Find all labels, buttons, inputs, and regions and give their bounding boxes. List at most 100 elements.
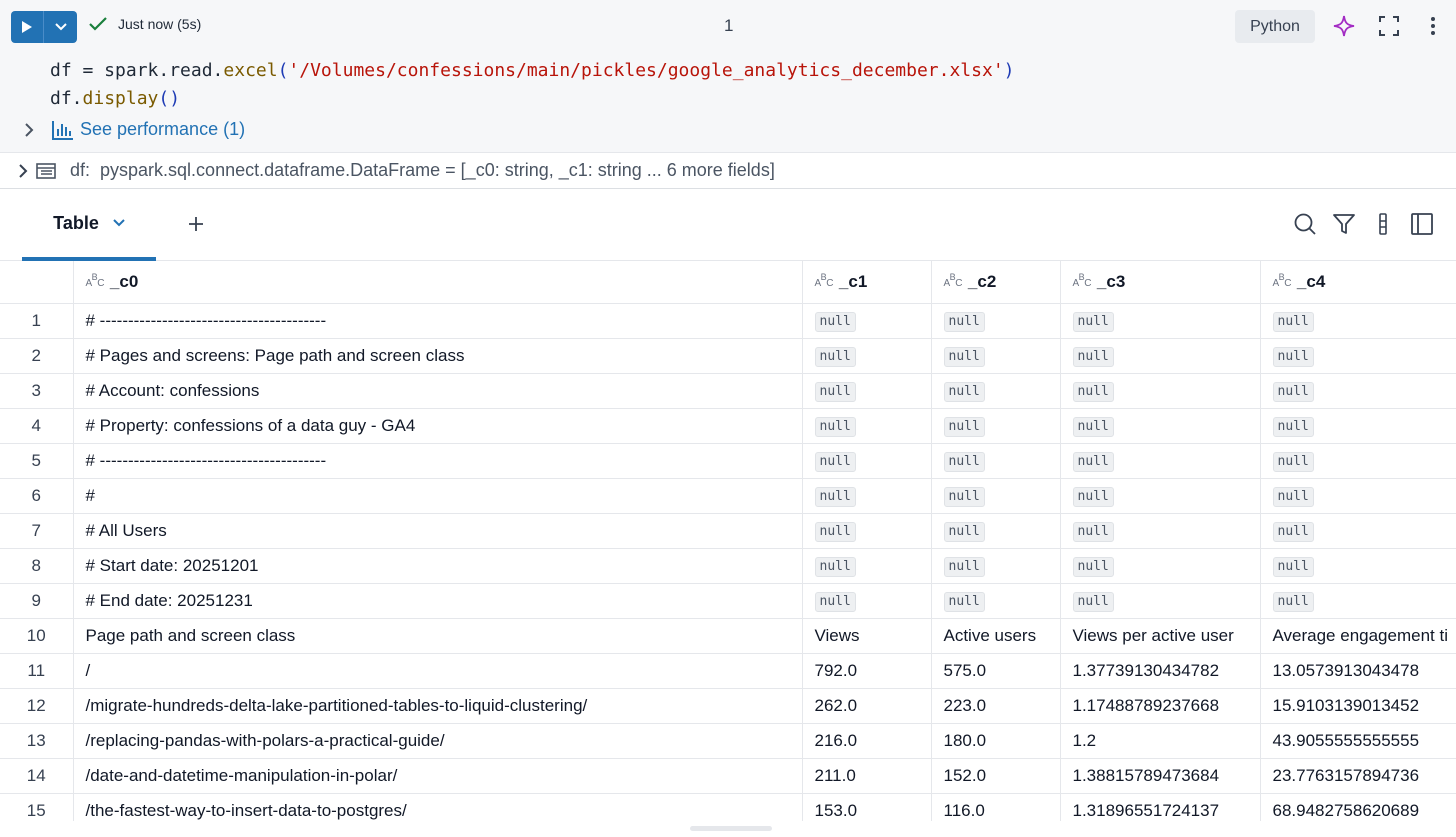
table-cell[interactable]: null [1260,338,1456,374]
table-cell[interactable]: /date-and-datetime-manipulation-in-polar… [73,758,803,794]
table-cell[interactable]: null [1060,303,1261,339]
table-row: 4 # Property: confessions of a data guy -… [0,408,1456,444]
table-cell[interactable]: # [73,478,803,514]
table-cell[interactable]: Views [802,618,932,654]
table-cell[interactable]: # Property: confessions of a data guy - … [73,408,803,444]
table-cell[interactable]: # Account: confessions [73,373,803,409]
table-cell[interactable]: 180.0 [931,723,1061,759]
table-cell[interactable]: null [931,443,1061,479]
table-cell[interactable]: null [931,338,1061,374]
language-selector[interactable]: Python [1235,10,1315,43]
table-cell[interactable]: 1.38815789473684 [1060,758,1261,794]
table-cell[interactable]: 1.37739130434782 [1060,653,1261,689]
fullscreen-icon[interactable] [1377,14,1401,38]
table-cell[interactable]: null [1260,373,1456,409]
column-header-c3[interactable]: ABC _c3 [1060,261,1261,304]
table-cell[interactable]: 223.0 [931,688,1061,724]
table-cell[interactable]: 43.9055555555555 [1260,723,1456,759]
column-header-c1[interactable]: ABC _c1 [802,261,932,304]
table-cell[interactable]: 13.0573913043478 [1260,653,1456,689]
table-cell[interactable]: null [931,478,1061,514]
filter-icon[interactable] [1332,212,1356,236]
results-table-container[interactable]: ABC _c0 ABC _c1 ABC _c2 ABC _c3 ABC _c4 1 # ------… [0,261,1456,821]
table-cell[interactable]: null [1060,513,1261,549]
table-cell[interactable]: null [931,548,1061,584]
table-cell[interactable]: Views per active user [1060,618,1261,654]
table-cell[interactable]: /migrate-hundreds-delta-lake-partitioned… [73,688,803,724]
table-cell[interactable]: null [1260,548,1456,584]
table-cell[interactable]: null [1060,443,1261,479]
table-cell[interactable]: # Start date: 20251201 [73,548,803,584]
dataframe-schema-row[interactable]: df: pyspark.sql.connect.dataframe.DataFr… [0,152,1456,189]
table-cell[interactable]: null [802,478,932,514]
table-cell[interactable]: 1.17488789237668 [1060,688,1261,724]
table-cell[interactable]: null [1260,303,1456,339]
column-header-c4[interactable]: ABC _c4 [1260,261,1456,304]
search-icon[interactable] [1293,212,1317,236]
more-options-icon[interactable] [1421,14,1445,38]
column-header-c2[interactable]: ABC _c2 [931,261,1061,304]
table-cell[interactable]: Page path and screen class [73,618,803,654]
table-cell[interactable]: null [931,583,1061,619]
table-cell[interactable]: null [802,513,932,549]
tab-table[interactable]: Table [22,189,156,261]
table-cell[interactable]: null [802,373,932,409]
table-cell[interactable]: null [1260,478,1456,514]
table-cell[interactable]: null [1260,443,1456,479]
see-performance-link[interactable]: See performance (1) [22,119,245,140]
table-cell[interactable]: 792.0 [802,653,932,689]
table-cell[interactable]: null [1060,548,1261,584]
table-cell[interactable]: null [931,408,1061,444]
run-cell-button[interactable] [11,11,44,43]
side-panel-icon[interactable] [1410,212,1434,236]
table-cell[interactable]: null [1260,408,1456,444]
table-cell[interactable]: Active users [931,618,1061,654]
table-cell[interactable]: null [931,373,1061,409]
table-cell[interactable]: 216.0 [802,723,932,759]
table-cell[interactable]: # --------------------------------------… [73,303,803,339]
table-row: 3 # Account: confessions null null null null [0,373,1456,409]
table-cell[interactable]: / [73,653,803,689]
table-cell[interactable]: 262.0 [802,688,932,724]
table-cell[interactable]: # End date: 20251231 [73,583,803,619]
table-cell[interactable]: null [802,303,932,339]
table-cell[interactable]: /replacing-pandas-with-polars-a-practica… [73,723,803,759]
table-cell[interactable]: null [1060,478,1261,514]
table-cell[interactable]: null [802,338,932,374]
table-cell[interactable]: # Pages and screens: Page path and scree… [73,338,803,374]
table-cell[interactable]: # --------------------------------------… [73,443,803,479]
table-cell[interactable]: /the-fastest-way-to-insert-data-to-postg… [73,793,803,821]
table-cell[interactable]: null [1060,408,1261,444]
table-cell[interactable]: 153.0 [802,793,932,821]
table-cell[interactable]: 1.31896551724137 [1060,793,1261,821]
table-cell[interactable]: null [1060,373,1261,409]
code-editor[interactable]: df = spark.read.excel('/Volumes/confessi… [50,57,1015,113]
column-header-c0[interactable]: ABC _c0 [73,261,803,304]
table-cell[interactable]: null [802,548,932,584]
table-cell[interactable]: 23.7763157894736 [1260,758,1456,794]
table-cell[interactable]: null [802,408,932,444]
table-cell[interactable]: null [1060,583,1261,619]
table-cell[interactable]: 1.2 [1060,723,1261,759]
table-cell[interactable]: null [1260,513,1456,549]
horizontal-scrollbar[interactable] [690,826,772,831]
table-cell[interactable]: null [931,513,1061,549]
table-cell[interactable]: 211.0 [802,758,932,794]
table-cell[interactable]: 575.0 [931,653,1061,689]
table-cell[interactable]: 116.0 [931,793,1061,821]
table-cell[interactable]: 152.0 [931,758,1061,794]
table-cell[interactable]: null [802,583,932,619]
table-cell[interactable]: 68.9482758620689 [1260,793,1456,821]
table-cell[interactable]: # All Users [73,513,803,549]
run-options-dropdown[interactable] [44,11,77,43]
add-visualization-button[interactable] [183,211,209,237]
table-cell[interactable]: null [931,303,1061,339]
table-cell[interactable]: Average engagement ti [1260,618,1456,654]
chevron-down-icon[interactable] [113,219,125,227]
table-cell[interactable]: null [1260,583,1456,619]
column-settings-icon[interactable] [1371,212,1395,236]
table-cell[interactable]: null [1060,338,1261,374]
table-cell[interactable]: null [802,443,932,479]
assistant-sparkle-icon[interactable] [1332,14,1356,38]
table-cell[interactable]: 15.9103139013452 [1260,688,1456,724]
